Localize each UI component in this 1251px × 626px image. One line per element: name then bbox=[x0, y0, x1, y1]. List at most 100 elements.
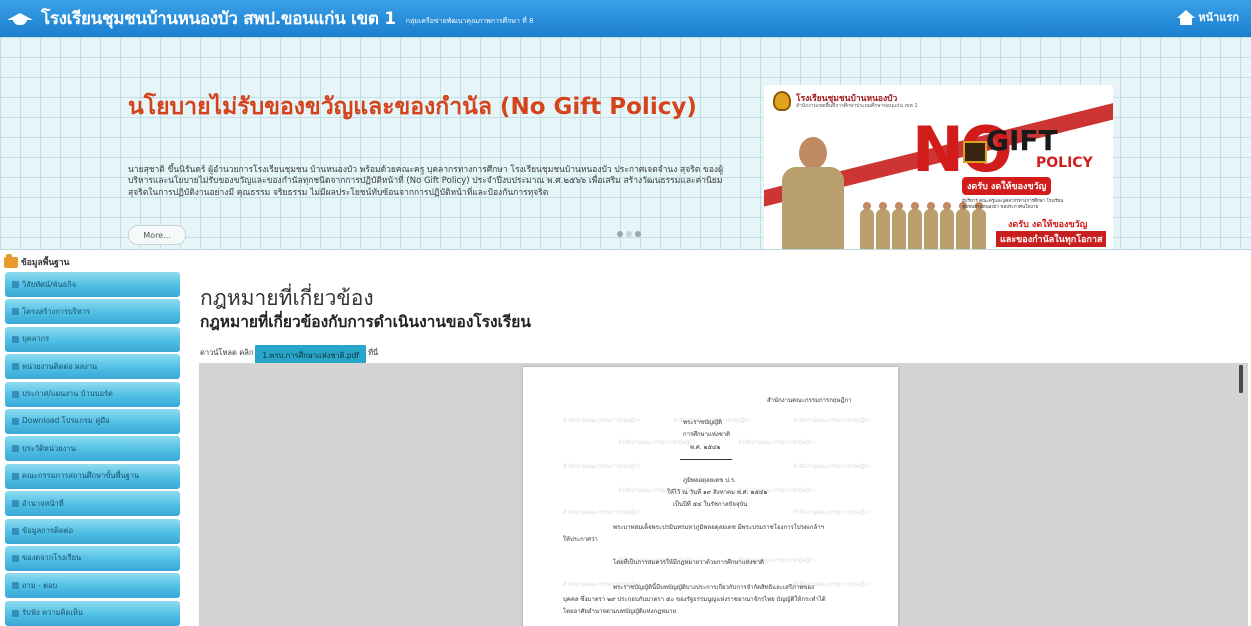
watermark-text: สำนักงานคณะกรรมการกฤษฎีกา bbox=[793, 464, 871, 470]
no-gift-poster: โรงเรียนชุมชนบ้านหนองบัว สำนักงานเขตพื้น… bbox=[764, 85, 1113, 249]
download-prefix: ดาวน์โหลด คลิก bbox=[200, 348, 254, 357]
menu-bullet-icon bbox=[12, 472, 19, 480]
staff-photo bbox=[860, 202, 988, 249]
folder-icon bbox=[4, 253, 18, 268]
hero-slider: นโยบายไม่รับของขวัญและของกำนัล (No Gift … bbox=[0, 37, 1251, 250]
sidebar-item-label: ประวัติหน่วยงาน bbox=[22, 443, 76, 453]
watermark-text: สำนักงานคณะกรรมการกฤษฎีกา bbox=[793, 418, 871, 424]
sidebar-item-label: ถาม - ตอบ bbox=[22, 580, 58, 590]
menu-bullet-icon bbox=[12, 390, 19, 398]
doc-rule bbox=[680, 459, 732, 460]
director-photo bbox=[782, 137, 844, 249]
doc-para-3c: โดยอาศัยอำนาจตามบทบัญญัติแห่งกฎหมาย bbox=[563, 608, 677, 615]
menu-bullet-icon bbox=[12, 500, 19, 508]
more-button[interactable]: More... bbox=[128, 225, 186, 245]
sidebar-heading-label: ข้อมูลพื้นฐาน bbox=[21, 258, 70, 268]
doc-para-1b: ให้ประกาศว่า bbox=[563, 536, 598, 543]
sidebar-item-label: โครงสร้างการบริหาร bbox=[22, 306, 90, 316]
menu-bullet-icon bbox=[12, 363, 19, 371]
sidebar-item-label: บุคลากร bbox=[22, 334, 50, 344]
menu-bullet-icon bbox=[12, 445, 19, 453]
watermark-text: สำนักงานคณะกรรมการกฤษฎีกา bbox=[563, 418, 641, 424]
pdf-viewer[interactable]: สำนักงานคณะกรรมการกฤษฎีกา สำนักงานคณะกรร… bbox=[199, 363, 1248, 626]
home-label: หน้าแรก bbox=[1198, 11, 1239, 24]
main-content: กฎหมายที่เกี่ยวข้อง กฎหมายที่เกี่ยวข้องก… bbox=[199, 252, 1251, 626]
sidebar-item-label: รับฟัง ความคิดเห็น bbox=[22, 608, 84, 618]
sidebar-item[interactable]: ข้อมูลการติดต่อ bbox=[5, 518, 180, 544]
site-header: โรงเรียนชุมชนบ้านหนองบัว สพป.ขอนแก่น เขต… bbox=[0, 0, 1251, 37]
doc-given: ให้ไว้ ณ วันที่ ๑๙ สิงหาคม พ.ศ. ๒๕๔๒ bbox=[667, 489, 768, 496]
menu-bullet-icon bbox=[12, 527, 19, 535]
poster-policy-text: POLICY bbox=[1036, 155, 1093, 171]
sidebar-item[interactable]: ประกาศ/แผนงาน บ้านบอร์ด bbox=[5, 381, 180, 407]
sidebar-item-label: Download โปรแกรม คู่มือ bbox=[22, 416, 110, 426]
slider-dots bbox=[617, 231, 641, 237]
home-icon bbox=[1177, 9, 1196, 25]
sidebar-item-label: หน่วยงานติดต่อ ผลงาน bbox=[22, 361, 98, 371]
sidebar-item[interactable]: หน่วยงานติดต่อ ผลงาน bbox=[5, 354, 180, 380]
graduation-cap-icon bbox=[7, 11, 33, 27]
sidebar-item-label: อำนาจหน้าที่ bbox=[22, 498, 64, 508]
home-link[interactable]: หน้าแรก bbox=[1177, 8, 1239, 26]
slider-dot[interactable] bbox=[617, 231, 623, 237]
sidebar-heading: ข้อมูลพื้นฐาน bbox=[0, 252, 183, 272]
sidebar-item[interactable]: Download โปรแกรม คู่มือ bbox=[5, 408, 180, 434]
poster-slogan-1: งดรับ งดให้ของขวัญ bbox=[1008, 220, 1088, 230]
menu-bullet-icon bbox=[12, 335, 19, 343]
sidebar-menu: ข้อมูลพื้นฐาน วิสัยทัศน์/พันธกิจ โครงสร้… bbox=[0, 252, 183, 626]
poster-gift-text: GIFT bbox=[986, 124, 1058, 157]
sidebar-item[interactable]: รับฟัง ความคิดเห็น bbox=[5, 600, 180, 626]
sidebar-item-label: ข้อมูลการติดต่อ bbox=[22, 526, 74, 536]
slider-dot[interactable] bbox=[635, 231, 641, 237]
doc-para-2: โดยที่เป็นการสมควรให้มีกฎหมายว่าด้วยการศ… bbox=[613, 559, 764, 566]
poster-school-sub: สำนักงานเขตพื้นที่การศึกษาประถมศึกษาขอนแ… bbox=[796, 103, 918, 109]
watermark-text: สำนักงานคณะกรรมการกฤษฎีกา bbox=[738, 440, 816, 446]
doc-king: ภูมิพลอดุลยเดช ป.ร. bbox=[683, 477, 737, 484]
watermark-text: สำนักงานคณะกรรมการกฤษฎีกา bbox=[793, 510, 871, 516]
menu-bullet-icon bbox=[12, 582, 19, 590]
watermark-text: สำนักงานคณะกรรมการกฤษฎีกา bbox=[563, 464, 641, 470]
viewer-scrollbar[interactable] bbox=[1239, 365, 1243, 393]
download-row: ดาวน์โหลด คลิก 1.พรบ.การศึกษาแห่งชาติ.pd… bbox=[200, 343, 379, 367]
page-subtitle: กฎหมายที่เกี่ยวข้องกับการดำเนินงานของโรง… bbox=[200, 313, 531, 331]
sidebar-item[interactable]: วิสัยทัศน์/พันธกิจ bbox=[5, 272, 180, 297]
sidebar-item-label: วิสัยทัศน์/พันธกิจ bbox=[22, 279, 77, 289]
download-suffix: ที่นี่ bbox=[368, 348, 379, 357]
doc-para-3a: พระราชบัญญัตินี้มีบทบัญญัติบางประการเกี่… bbox=[613, 584, 814, 591]
poster-small-text: ผู้บริหาร คณะครูและบุคลากรทางการศึกษา โร… bbox=[962, 199, 1064, 210]
sidebar-item[interactable]: บุคลากร bbox=[5, 326, 180, 352]
site-title[interactable]: โรงเรียนชุมชนบ้านหนองบัว สพป.ขอนแก่น เขต… bbox=[41, 5, 396, 32]
slider-dot[interactable] bbox=[626, 231, 632, 237]
sidebar-item-label: คณะกรรมการสถานศึกษาขั้นพื้นฐาน bbox=[22, 471, 140, 481]
slide-title: นโยบายไม่รับของขวัญและของกำนัล (No Gift … bbox=[128, 94, 697, 120]
doc-title-3: พ.ศ. ๒๕๔๒ bbox=[690, 444, 721, 451]
poster-tagline: งดรับ งดให้ของขวัญ bbox=[962, 177, 1052, 195]
doc-year: เป็นปีที่ ๕๔ ในรัชกาลปัจจุบัน bbox=[673, 501, 748, 508]
doc-header: สำนักงานคณะกรรมการกฤษฎีกา bbox=[767, 397, 852, 404]
doc-title-2: การศึกษาแห่งชาติ bbox=[683, 431, 731, 438]
gift-box-icon bbox=[963, 141, 987, 163]
doc-title-1: พระราชบัญญัติ bbox=[683, 419, 722, 426]
menu-bullet-icon bbox=[12, 417, 19, 425]
school-seal-icon bbox=[773, 91, 791, 111]
sidebar-item-label: ประกาศ/แผนงาน บ้านบอร์ด bbox=[22, 389, 113, 399]
sidebar-item[interactable]: อำนาจหน้าที่ bbox=[5, 491, 180, 517]
watermark-text: สำนักงานคณะกรรมการกฤษฎีกา bbox=[563, 510, 641, 516]
slide-text: นายสุชาติ ขึ้นนิรันดร์ ผู้อำนวยการโรงเรี… bbox=[128, 165, 724, 198]
menu-bullet-icon bbox=[12, 609, 19, 617]
doc-para-3b: บุคคล ซึ่งมาตรา ๒๙ ประกอบกับมาตรา ๕๐ ของ… bbox=[563, 596, 826, 603]
doc-para-1a: พระบาทสมเด็จพระปรมินทรมหาภูมิพลอดุลยเดช … bbox=[613, 524, 824, 531]
menu-bullet-icon bbox=[12, 281, 19, 288]
sidebar-item[interactable]: ถาม - ตอบ bbox=[5, 573, 180, 599]
sidebar-item-label: ของดจากโรงเรียน bbox=[22, 553, 82, 563]
sidebar-item[interactable]: ประวัติหน่วยงาน bbox=[5, 436, 180, 462]
menu-bullet-icon bbox=[12, 554, 19, 562]
pdf-page: สำนักงานคณะกรรมการกฤษฎีกา สำนักงานคณะกรร… bbox=[523, 367, 898, 626]
site-subtitle: กลุ่มเครือข่ายพัฒนาคุณภาพการศึกษา ที่ 8 bbox=[405, 16, 534, 25]
sidebar-item[interactable]: คณะกรรมการสถานศึกษาขั้นพื้นฐาน bbox=[5, 463, 180, 489]
poster-slogan-2: และของกำนัลในทุกโอกาส bbox=[996, 231, 1107, 247]
menu-bullet-icon bbox=[12, 308, 19, 316]
sidebar-item[interactable]: ของดจากโรงเรียน bbox=[5, 545, 180, 571]
watermark-text: สำนักงานคณะกรรมการกฤษฎีกา bbox=[618, 440, 696, 446]
sidebar-item[interactable]: โครงสร้างการบริหาร bbox=[5, 299, 180, 325]
